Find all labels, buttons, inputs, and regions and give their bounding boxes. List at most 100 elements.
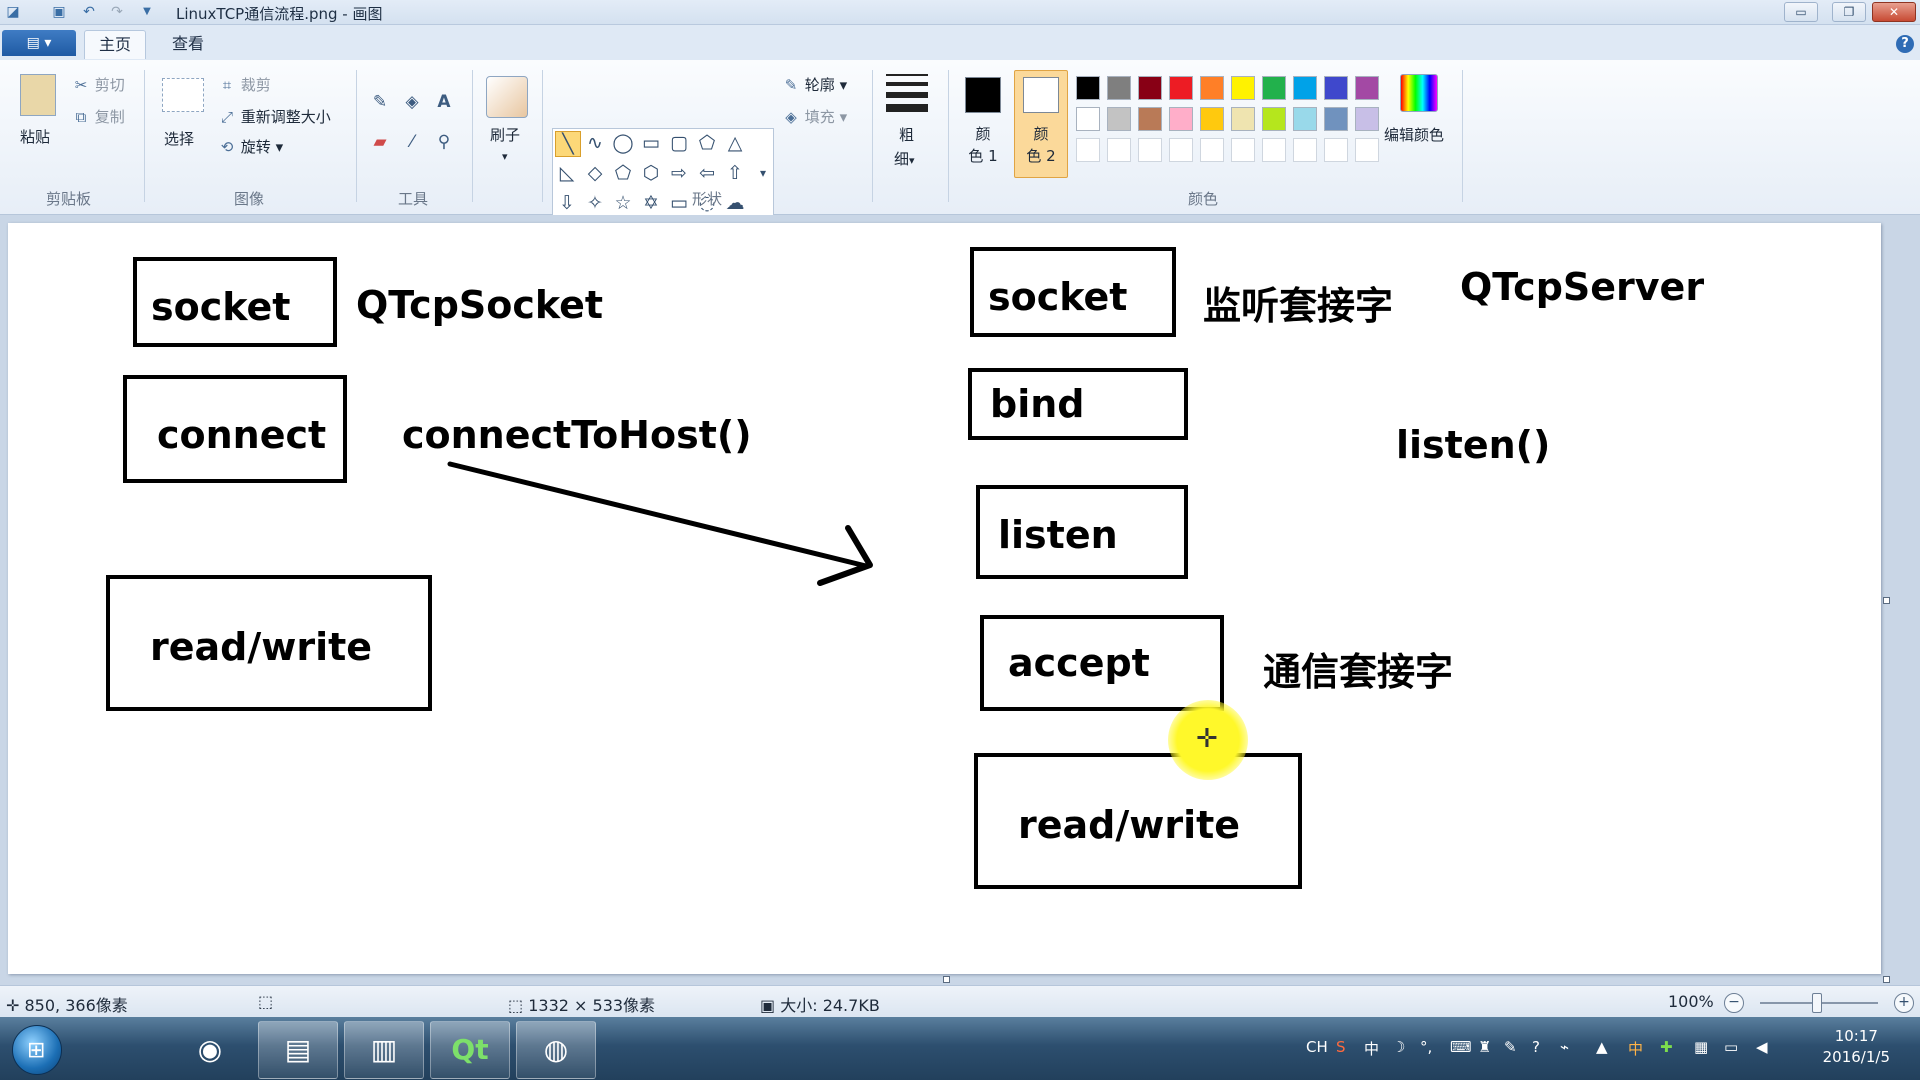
custom-color-slot[interactable] [1076,138,1100,162]
punctuation-icon[interactable]: °, [1420,1038,1432,1056]
magnifier-icon[interactable]: ⚲ [432,130,456,154]
polygon-shape-icon[interactable]: ⬠ [695,131,719,155]
edit-colors-icon[interactable] [1400,74,1438,112]
shapes-more-icon[interactable]: ▾ [751,161,775,185]
wrench-icon[interactable]: ✎ [1504,1038,1517,1056]
color-picker-icon[interactable]: ⁄ [400,130,424,154]
copy-button[interactable]: ⧉ 复制 [72,106,125,127]
tab-home[interactable]: 主页 [84,30,147,59]
color-swatch[interactable] [1107,76,1131,100]
diamond-shape-icon[interactable]: ◇ [583,161,607,185]
file-explorer-icon[interactable]: ▤ [258,1021,338,1079]
restore-button[interactable]: ❐ [1832,2,1866,22]
keyboard-icon[interactable]: ⌨ [1450,1038,1472,1056]
network-plus-icon[interactable]: ✚ [1660,1038,1673,1056]
color-swatch[interactable] [1355,107,1379,131]
hexagon-shape-icon[interactable]: ⬡ [639,161,663,185]
undo-icon[interactable]: ↶ [80,3,98,21]
close-button[interactable]: ✕ [1872,2,1916,22]
network-icon[interactable]: ▭ [1724,1038,1738,1056]
eraser-icon[interactable]: ▰ [368,130,392,154]
pencil-icon[interactable]: ✎ [368,90,392,114]
down-arrow-shape-icon[interactable]: ⇩ [555,191,579,215]
custom-color-slot[interactable] [1107,138,1131,162]
color-swatch[interactable] [1138,107,1162,131]
browser-icon[interactable]: ◉ [170,1021,250,1079]
text-tool-icon[interactable]: A [432,90,456,114]
lock-icon[interactable]: ♜ [1478,1038,1491,1056]
color-swatch[interactable] [1076,107,1100,131]
color-swatch[interactable] [1169,107,1193,131]
custom-color-slot[interactable] [1200,138,1224,162]
select-button[interactable]: 选择 [164,128,194,149]
task-monitor-icon[interactable]: ▥ [344,1021,424,1079]
color-swatch[interactable] [1231,76,1255,100]
zoom-in-button[interactable]: + [1894,993,1914,1013]
color-swatch[interactable] [1200,76,1224,100]
start-button[interactable]: ⊞ [12,1025,62,1075]
custom-color-slot[interactable] [1324,138,1348,162]
paint-icon[interactable]: ◍ [516,1021,596,1079]
zoom-out-button[interactable]: − [1724,993,1744,1013]
custom-color-slot[interactable] [1138,138,1162,162]
app-menu-button[interactable]: ▤ ▾ [2,30,76,56]
custom-color-slot[interactable] [1262,138,1286,162]
cut-button[interactable]: ✂ 剪切 [72,74,125,95]
color-swatch[interactable] [1138,76,1162,100]
color-swatch[interactable] [1200,107,1224,131]
system-clock[interactable]: 10:17 2016/1/5 [1823,1026,1890,1068]
rounded-rectangle-shape-icon[interactable]: ▢ [667,131,691,155]
help-tray-icon[interactable]: ? [1532,1038,1540,1056]
minimize-button[interactable]: ▭ [1784,2,1818,22]
four-point-star-shape-icon[interactable]: ✧ [583,191,607,215]
fill-button[interactable]: ◈ 填充 ▾ [782,106,847,127]
size-icon[interactable] [886,74,928,112]
moon-icon[interactable]: ☽ [1392,1038,1405,1056]
usb-icon[interactable]: ⌁ [1560,1038,1569,1056]
up-arrow-shape-icon[interactable]: ⇧ [723,161,747,185]
color-swatch[interactable] [1324,76,1348,100]
rotate-button[interactable]: ⟲ 旋转 ▾ [218,136,283,157]
select-icon[interactable] [162,78,204,112]
crop-button[interactable]: ⌗ 裁剪 [218,74,271,95]
five-point-star-shape-icon[interactable]: ☆ [611,191,635,215]
oval-shape-icon[interactable]: ◯ [611,131,635,155]
color2-selector[interactable]: 颜色 2 [1014,70,1068,178]
tab-view[interactable]: 查看 [158,30,218,58]
rounded-callout-shape-icon[interactable]: ▭ [667,191,691,215]
cloud-callout-shape-icon[interactable]: ☁ [723,191,747,215]
color-swatch[interactable] [1262,76,1286,100]
color-swatch[interactable] [1293,107,1317,131]
customize-icon[interactable]: ▼ [138,3,156,21]
language-indicator[interactable]: CH [1306,1038,1328,1056]
color1-selector[interactable]: 颜色 1 [956,70,1010,178]
left-arrow-shape-icon[interactable]: ⇦ [695,161,719,185]
custom-color-slot[interactable] [1355,138,1379,162]
size-label-bottom[interactable]: 细▾ [894,148,915,169]
volume-muted-icon[interactable]: ◀ [1756,1038,1768,1056]
curve-shape-icon[interactable]: ∿ [583,131,607,155]
show-hidden-icons-icon[interactable]: ▲ [1596,1038,1608,1056]
color-swatch[interactable] [1076,76,1100,100]
save-icon[interactable]: ▣ [50,3,68,21]
color-swatch[interactable] [1169,76,1193,100]
paste-icon[interactable] [20,74,56,116]
custom-color-slot[interactable] [1231,138,1255,162]
brushes-button[interactable]: 刷子 [490,124,520,145]
canvas-resize-handle-bottom[interactable] [943,976,950,983]
canvas-resize-handle-right[interactable] [1883,597,1890,604]
line-shape-icon[interactable]: ╲ [555,131,581,157]
color-swatch[interactable] [1293,76,1317,100]
fill-bucket-icon[interactable]: ◈ [400,90,424,114]
drawing-canvas[interactable]: socket QTcpSocket connect connectToHost(… [8,223,1881,974]
help-icon[interactable]: ? [1896,35,1914,53]
color-swatch[interactable] [1107,107,1131,131]
canvas-resize-handle-corner[interactable] [1883,976,1890,983]
triangle-shape-icon[interactable]: △ [723,131,747,155]
ime-mode-indicator[interactable]: 中 [1364,1038,1379,1059]
sogou-ime-icon[interactable]: S [1336,1038,1346,1056]
clipboard-tray-icon[interactable]: ▦ [1694,1038,1708,1056]
paste-button[interactable]: 粘贴 [20,126,50,147]
edit-colors-button[interactable]: 编辑颜色 [1384,124,1444,145]
resize-button[interactable]: ⤢ 重新调整大小 [218,106,331,127]
